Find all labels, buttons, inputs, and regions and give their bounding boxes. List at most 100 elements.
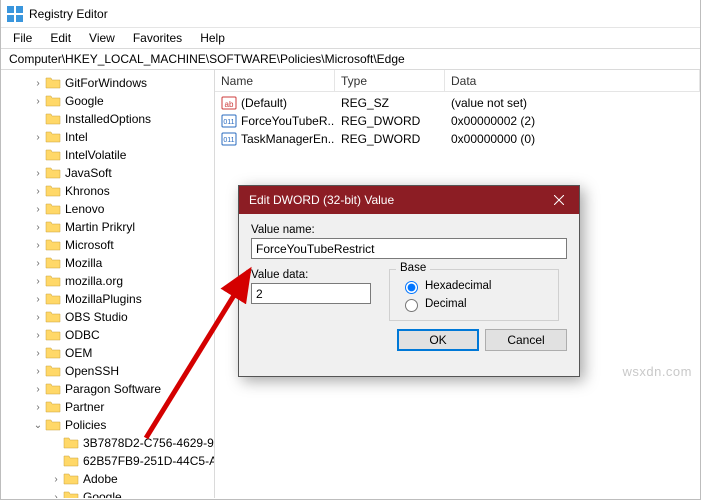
tree-node-label: MozillaPlugins bbox=[65, 292, 142, 306]
folder-icon bbox=[45, 111, 61, 127]
expand-icon[interactable]: › bbox=[31, 186, 45, 197]
column-name[interactable]: Name bbox=[215, 70, 335, 91]
tree-node-label: Google bbox=[83, 490, 122, 498]
hexadecimal-label: Hexadecimal bbox=[425, 280, 491, 292]
folder-icon bbox=[45, 93, 61, 109]
expand-icon[interactable]: › bbox=[31, 258, 45, 269]
dialog-close-button[interactable] bbox=[539, 186, 579, 214]
tree-node-label: mozilla.org bbox=[65, 274, 123, 288]
folder-icon bbox=[45, 129, 61, 145]
menubar: File Edit View Favorites Help bbox=[1, 28, 700, 48]
tree-node[interactable]: ›JavaSoft bbox=[1, 164, 214, 182]
tree-node[interactable]: › OEM bbox=[1, 344, 214, 362]
regedit-icon bbox=[7, 6, 23, 22]
tree-node[interactable]: IntelVolatile bbox=[1, 146, 214, 164]
tree-node[interactable]: › ODBC bbox=[1, 326, 214, 344]
expand-icon[interactable]: › bbox=[31, 330, 45, 341]
base-groupbox: Base Hexadecimal Decimal bbox=[389, 269, 559, 321]
key-tree-pane[interactable]: ›GitForWindows›GoogleInstalledOptions›In… bbox=[1, 70, 215, 498]
value-name: (Default) bbox=[241, 96, 287, 110]
tree-node[interactable]: ⌄Policies bbox=[1, 416, 214, 434]
svg-text:ab: ab bbox=[225, 100, 234, 109]
value-list[interactable]: ab (Default) REG_SZ(value not set) 011Force… bbox=[215, 92, 700, 148]
expand-icon[interactable]: › bbox=[31, 240, 45, 251]
tree-node[interactable]: › Mozilla bbox=[1, 254, 214, 272]
expand-icon[interactable]: › bbox=[31, 402, 45, 413]
value-row[interactable]: ab (Default) REG_SZ(value not set) bbox=[215, 94, 700, 112]
column-type[interactable]: Type bbox=[335, 70, 445, 91]
folder-icon bbox=[63, 489, 79, 498]
dialog-buttons: OK Cancel bbox=[239, 329, 579, 361]
menu-file[interactable]: File bbox=[5, 29, 40, 47]
tree-node[interactable]: InstalledOptions bbox=[1, 110, 214, 128]
tree-node[interactable]: ›Khronos bbox=[1, 182, 214, 200]
tree-node[interactable]: ›Lenovo bbox=[1, 200, 214, 218]
tree-node-label: Paragon Software bbox=[65, 382, 161, 396]
expand-icon[interactable]: › bbox=[31, 78, 45, 89]
tree-node[interactable]: › mozilla.org bbox=[1, 272, 214, 290]
column-data[interactable]: Data bbox=[445, 70, 700, 91]
folder-icon bbox=[45, 309, 61, 325]
folder-icon bbox=[63, 453, 79, 469]
menu-favorites[interactable]: Favorites bbox=[125, 29, 190, 47]
value-row[interactable]: 011ForceYouTubeR...REG_DWORD0x00000002 (… bbox=[215, 112, 700, 130]
menu-help[interactable]: Help bbox=[192, 29, 233, 47]
tree-node[interactable]: › Google bbox=[1, 488, 214, 498]
tree-node-label: Microsoft bbox=[65, 238, 114, 252]
tree-node[interactable]: ›Adobe bbox=[1, 470, 214, 488]
tree-node[interactable]: ›Intel bbox=[1, 128, 214, 146]
hexadecimal-radio[interactable] bbox=[405, 281, 418, 294]
value-data-input[interactable] bbox=[251, 283, 371, 304]
tree-node[interactable]: › Partner bbox=[1, 398, 214, 416]
expand-icon[interactable]: › bbox=[31, 276, 45, 287]
tree-node[interactable]: ›GitForWindows bbox=[1, 74, 214, 92]
folder-icon bbox=[45, 255, 61, 271]
tree-node[interactable]: › MozillaPlugins bbox=[1, 290, 214, 308]
cancel-button[interactable]: Cancel bbox=[485, 329, 567, 351]
tree-node-label: 3B7878D2-C756-4629-9AF bbox=[83, 436, 215, 450]
tree-node[interactable]: ›Martin Prikryl bbox=[1, 218, 214, 236]
expand-icon[interactable]: › bbox=[31, 222, 45, 233]
tree-node-label: OEM bbox=[65, 346, 92, 360]
menu-edit[interactable]: Edit bbox=[42, 29, 79, 47]
svg-text:011: 011 bbox=[223, 119, 234, 126]
value-name-label: Value name: bbox=[251, 224, 567, 236]
tree-node[interactable]: › Paragon Software bbox=[1, 380, 214, 398]
expand-icon[interactable]: › bbox=[31, 366, 45, 377]
dialog-titlebar[interactable]: Edit DWORD (32-bit) Value bbox=[239, 186, 579, 214]
tree-node[interactable]: › OpenSSH bbox=[1, 362, 214, 380]
value-name-input[interactable] bbox=[251, 238, 567, 259]
folder-icon bbox=[45, 165, 61, 181]
expand-icon[interactable]: › bbox=[31, 132, 45, 143]
tree-node[interactable]: › OBS Studio bbox=[1, 308, 214, 326]
expand-icon[interactable]: › bbox=[31, 348, 45, 359]
expand-icon[interactable]: › bbox=[31, 384, 45, 395]
folder-icon bbox=[45, 399, 61, 415]
svg-text:011: 011 bbox=[223, 137, 234, 144]
expand-icon[interactable]: › bbox=[31, 204, 45, 215]
tree-node-label: OBS Studio bbox=[65, 310, 128, 324]
expand-icon[interactable]: › bbox=[49, 492, 63, 499]
tree-node-label: Mozilla bbox=[65, 256, 102, 270]
expand-icon[interactable]: › bbox=[49, 474, 63, 485]
ok-button[interactable]: OK bbox=[397, 329, 479, 351]
expand-icon[interactable]: › bbox=[31, 168, 45, 179]
tree-node[interactable]: 62B57FB9-251D-44C5-A72 bbox=[1, 452, 214, 470]
expand-icon[interactable]: › bbox=[31, 312, 45, 323]
expand-icon[interactable]: › bbox=[31, 96, 45, 107]
tree-node[interactable]: 3B7878D2-C756-4629-9AF bbox=[1, 434, 214, 452]
expand-icon[interactable]: › bbox=[31, 294, 45, 305]
tree-node[interactable]: › Google bbox=[1, 92, 214, 110]
menu-view[interactable]: View bbox=[81, 29, 123, 47]
tree-node[interactable]: › Microsoft bbox=[1, 236, 214, 254]
decimal-radio[interactable] bbox=[405, 299, 418, 312]
value-type: REG_SZ bbox=[335, 96, 445, 110]
address-input[interactable] bbox=[7, 51, 694, 67]
value-data: (value not set) bbox=[445, 96, 700, 110]
tree-node-label: ODBC bbox=[65, 328, 100, 342]
tree-node-label: Partner bbox=[65, 400, 104, 414]
expand-icon[interactable]: ⌄ bbox=[31, 420, 45, 431]
tree-node-label: Google bbox=[65, 94, 104, 108]
value-row[interactable]: 011TaskManagerEn...REG_DWORD0x00000000 (… bbox=[215, 130, 700, 148]
tree-node-label: OpenSSH bbox=[65, 364, 119, 378]
